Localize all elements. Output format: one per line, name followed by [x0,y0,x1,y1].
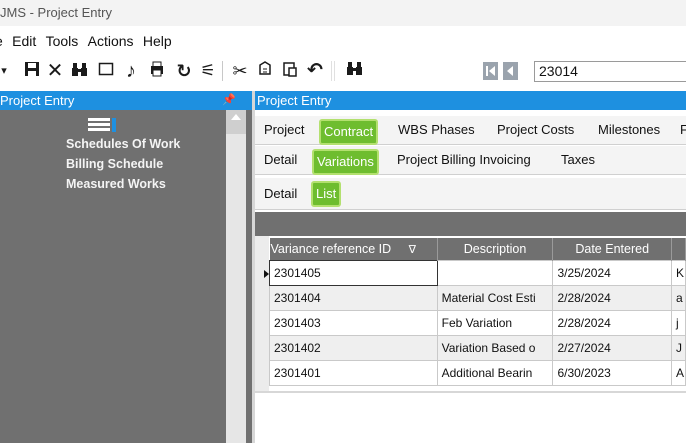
cell-variance-id[interactable]: 2301401 [269,359,438,386]
menu-actions[interactable]: Actions [88,31,134,51]
tab-view-detail[interactable]: Detail [264,180,297,208]
first-record-icon[interactable] [483,62,498,80]
save-icon[interactable] [22,60,42,82]
grid-group-band [255,212,686,236]
grid-bottom-divider [255,391,686,393]
menu-tools[interactable]: Tools [46,31,79,51]
delete-icon[interactable]: ✕ [45,60,65,82]
scrollbar-thumb[interactable] [226,134,246,443]
cell-extra[interactable]: J [670,334,686,361]
right-panel-title: Project Entry [257,93,332,108]
menu-help[interactable]: Help [143,31,172,51]
undo-icon[interactable]: ↶ [305,60,325,82]
app-window: { "window": { "title": "JMS - Project En… [0,0,686,443]
left-panel-header: Project Entry 📌 [0,91,252,110]
column-header-description[interactable]: Description [437,238,554,260]
copy-icon[interactable] [255,60,275,82]
scroll-up-arrow-icon[interactable] [231,114,241,120]
cell-description[interactable]: Variation Based o [436,334,554,361]
new-document-icon[interactable] [96,60,116,82]
cell-variance-id[interactable]: 2301405 [269,259,438,286]
window-title: JMS - Project Entry [0,5,112,20]
dropdown-arrow-icon[interactable]: ▾ [0,60,14,82]
tab-contract[interactable]: Contract [319,119,379,145]
cell-date-entered[interactable]: 3/25/2024 [552,259,672,286]
menu-file[interactable]: e [0,31,3,51]
grid-header-row: Variance reference ID ∇ Description Date… [269,238,686,260]
cell-extra[interactable]: K [670,259,686,286]
table-row[interactable]: 2301404 Material Cost Esti 2/28/2024 a [269,284,686,311]
cell-description[interactable]: Additional Bearin [436,359,554,386]
menu-edit[interactable]: Edit [12,31,36,51]
cell-variance-id[interactable]: 2301403 [269,309,438,336]
filter-icon[interactable]: ∇ [409,244,416,256]
variations-table: Variance reference ID ∇ Description Date… [269,238,686,386]
find-icon[interactable] [345,60,365,82]
tab-detail[interactable]: Detail [264,146,297,174]
left-panel-scrollbar[interactable] [226,110,246,443]
cell-date-entered[interactable]: 2/28/2024 [552,309,672,336]
tab-overflow[interactable]: F [680,116,686,144]
refresh-icon[interactable]: ↻ [174,60,194,82]
flag-icon[interactable]: ♪ [121,60,141,82]
paste-icon[interactable] [280,60,300,82]
right-panel-header: Project Entry [255,91,686,110]
cell-extra[interactable]: j [670,309,686,336]
tab-taxes[interactable]: Taxes [561,146,595,174]
table-row[interactable]: 2301403 Feb Variation 2/28/2024 j [269,309,686,336]
sub-tab-bar: Detail Variations Project Billing Invoic… [255,146,686,175]
column-header-extra[interactable] [671,238,686,260]
tree-group-icon [88,118,120,132]
toolbar-separator-3 [334,61,335,81]
row-selector-column [255,236,269,391]
table-row[interactable]: 2301405 3/25/2024 K [269,259,686,286]
cut-icon[interactable]: ✂ [230,60,250,82]
table-row[interactable]: 2301402 Variation Based o 2/27/2024 J [269,334,686,361]
toolbar: ▾ ✕ ♪ ↻ ⚟ ✂ ↶ 23014 [0,56,686,86]
title-bar: JMS - Project Entry [0,0,686,26]
cell-description[interactable]: Feb Variation [436,309,554,336]
cell-date-entered[interactable]: 6/30/2023 [552,359,672,386]
tab-milestones[interactable]: Milestones [598,116,660,144]
toolbar-separator-2 [331,61,332,81]
main-tab-bar: Project Contract WBS Phases Project Cost… [255,116,686,145]
tree-item-measured-works[interactable]: Measured Works [66,176,166,192]
left-panel-body: Schedules Of Work Billing Schedule Measu… [0,110,252,443]
toolbar-separator [222,61,223,81]
wand-icon[interactable]: ⚟ [198,60,218,82]
cell-description[interactable] [436,259,554,286]
tree-item-schedules-of-work[interactable]: Schedules Of Work [66,136,180,152]
variations-grid: Variance reference ID ∇ Description Date… [255,236,686,443]
pin-icon[interactable]: 📌 [222,91,236,110]
tab-wbs-phases[interactable]: WBS Phases [398,116,475,144]
tab-project-costs[interactable]: Project Costs [497,116,574,144]
cell-variance-id[interactable]: 2301402 [269,334,438,361]
cell-extra[interactable]: A [670,359,686,386]
tab-variations[interactable]: Variations [312,149,379,175]
tree-item-billing-schedule[interactable]: Billing Schedule [66,156,163,172]
table-row[interactable]: 2301401 Additional Bearin 6/30/2023 A [269,359,686,386]
column-header-date-entered[interactable]: Date Entered [552,238,672,260]
tab-project[interactable]: Project [264,116,304,144]
menu-bar: e Edit Tools Actions Help [0,31,178,51]
tab-view-list[interactable]: List [311,181,342,207]
record-search-input[interactable]: 23014 [534,61,686,82]
cell-extra[interactable]: a [670,284,686,311]
left-panel-title: Project Entry [0,93,75,108]
cell-description[interactable]: Material Cost Esti [436,284,554,311]
binoculars-icon[interactable] [70,60,90,82]
cell-variance-id[interactable]: 2301404 [269,284,438,311]
previous-record-icon[interactable] [503,62,518,80]
view-tab-bar: Detail List [255,178,686,210]
column-header-variance-reference-id[interactable]: Variance reference ID ∇ [269,238,438,260]
cell-date-entered[interactable]: 2/28/2024 [552,284,672,311]
print-icon[interactable] [147,60,167,82]
cell-date-entered[interactable]: 2/27/2024 [552,334,672,361]
tab-project-billing-invoicing[interactable]: Project Billing Invoicing [397,146,531,174]
